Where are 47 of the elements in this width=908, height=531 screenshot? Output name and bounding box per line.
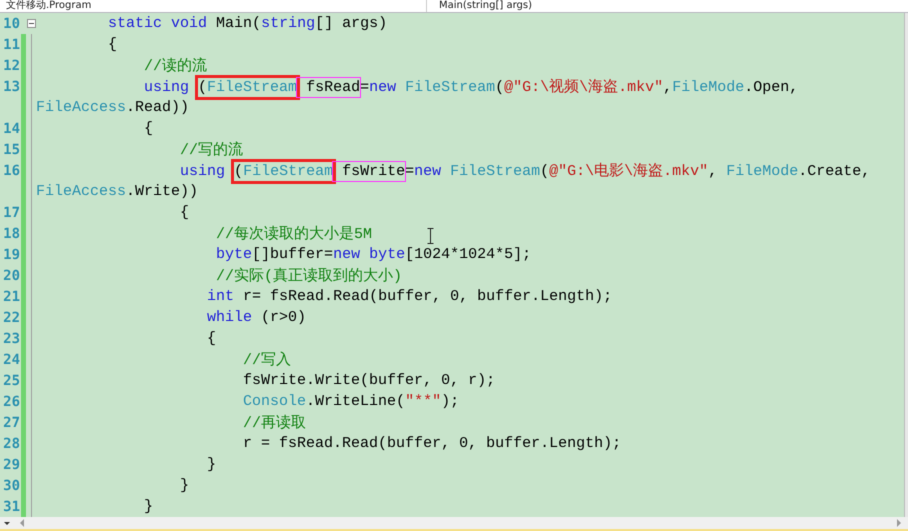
line-number: 22 — [3, 310, 20, 326]
line-number: 20 — [3, 268, 20, 284]
line-number: 30 — [3, 478, 20, 494]
code-line: //每次读取的大小是5M — [215, 224, 372, 243]
code-line: while (r>0) — [206, 309, 306, 326]
line-number: 10 — [3, 16, 20, 32]
code-line: r = fsRead.Read(buffer, 0, buffer.Length); — [242, 435, 622, 452]
line-number: 27 — [3, 414, 20, 430]
code-line: FileAccess.Write)) — [36, 183, 198, 200]
code-line: FileAccess.Read)) — [36, 99, 190, 116]
code-line: byte[]buffer=new byte[1024*1024*5]; — [215, 246, 532, 263]
line-number: 14 — [3, 120, 20, 136]
code-line: //写入 — [242, 350, 292, 369]
line-number: 29 — [3, 456, 20, 472]
line-number: 25 — [3, 372, 20, 388]
code-line: { — [143, 120, 154, 137]
line-number: 21 — [3, 288, 20, 304]
line-number: 16 — [3, 162, 20, 178]
code-line: Console.WriteLine("**"); — [242, 393, 460, 410]
line-number: 17 — [3, 204, 20, 220]
code-line: } — [206, 456, 216, 473]
code-line: } — [143, 498, 154, 515]
line-number: 26 — [3, 394, 20, 410]
code-line: { — [206, 330, 216, 347]
line-number: 23 — [3, 330, 20, 346]
line-number: 13 — [3, 78, 20, 94]
code-line: //实际(真正读取到的大小) — [215, 266, 402, 285]
line-number: 15 — [3, 142, 20, 158]
code-line: fsWrite.Write(buffer, 0, r); — [242, 372, 496, 389]
line-number: 24 — [3, 352, 20, 368]
code-line: static void Main(string[] args) — [107, 15, 388, 32]
code-line: //再读取 — [242, 414, 306, 432]
line-number: 12 — [3, 58, 20, 74]
code-line: int r= fsRead.Read(buffer, 0, buffer.Length); — [206, 288, 612, 305]
code-line: //写的流 — [179, 140, 244, 159]
code-line: //读的流 — [143, 56, 208, 75]
line-number: 19 — [3, 246, 20, 262]
line-number: 28 — [3, 436, 20, 452]
line-number: 18 — [3, 226, 20, 242]
line-number: 11 — [3, 36, 20, 52]
code-line: { — [179, 204, 190, 221]
code-line: } — [179, 477, 190, 494]
member-dropdown[interactable]: Main(string[] args) — [426, 0, 859, 12]
code-line: { — [107, 36, 118, 53]
line-number: 31 — [3, 498, 20, 514]
collapse-icon[interactable] — [26, 19, 36, 28]
text-cursor-icon — [427, 228, 434, 244]
